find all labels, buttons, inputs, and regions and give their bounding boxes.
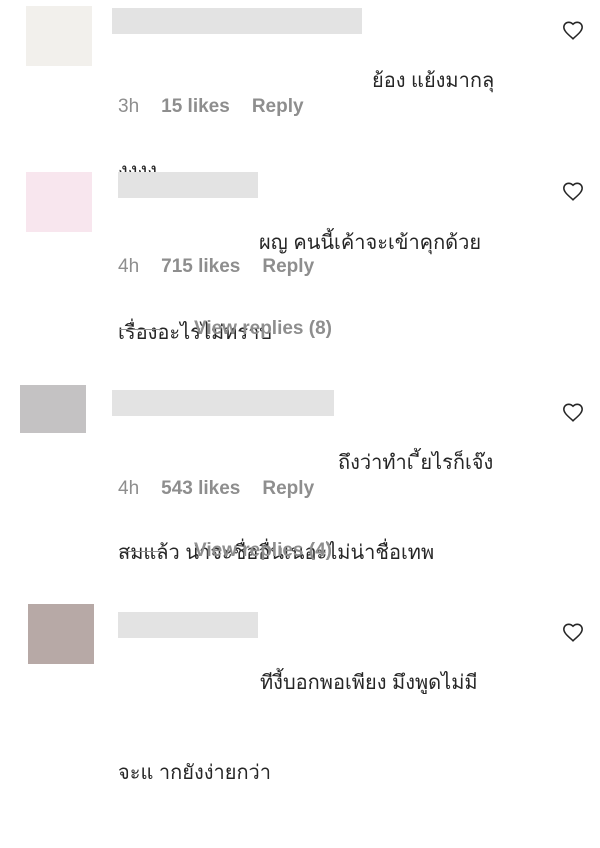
comment-text-line-2: จะแ ากยังง่ายกว่า: [118, 762, 272, 784]
view-replies-label: View replies (8): [194, 318, 332, 339]
reply-button[interactable]: Reply: [252, 96, 304, 118]
avatar[interactable]: [20, 385, 86, 433]
comment-text-line-1: ย้อง แย้งมากลุ: [372, 70, 495, 92]
comment-text: ผญ คนนี้เค้าจะเข้าคุกด้วย เรื่องอะไรไม่ท…: [118, 168, 538, 408]
view-replies-label: View replies (4): [194, 540, 332, 561]
reply-button[interactable]: Reply: [262, 478, 314, 500]
reply-button[interactable]: Reply: [262, 256, 314, 278]
timestamp: 4h: [118, 256, 140, 277]
comment-meta: 4h 543 likes Reply: [118, 478, 336, 500]
comment-text: ถึงว่าทำเ ี้ยไรก็เจ๊ง สมแล้ว น่าจะชื่ออื…: [118, 388, 538, 628]
comment-meta: 3h 15 likes Reply: [118, 96, 326, 118]
avatar[interactable]: [28, 604, 94, 664]
comment-text-line-1: ผญ คนนี้เค้าจะเข้าคุกด้วย: [259, 232, 482, 254]
heart-icon[interactable]: [562, 20, 584, 42]
comment-text-line-1: ถึงว่าทำเ ี้ยไรก็เจ๊ง: [338, 452, 494, 474]
heart-icon[interactable]: [562, 402, 584, 424]
like-count[interactable]: 543 likes: [161, 478, 240, 500]
comment-meta: 4h 715 likes Reply: [118, 256, 336, 278]
comment-text: ทีงี้บอกพอเพียง มึงพูดไม่มี จะแ ากยังง่า…: [118, 608, 538, 848]
like-count[interactable]: 715 likes: [161, 256, 240, 278]
like-count[interactable]: 15 likes: [161, 96, 230, 118]
view-replies-button[interactable]: View replies (8): [120, 317, 332, 341]
heart-icon[interactable]: [562, 181, 584, 203]
heart-icon[interactable]: [562, 622, 584, 644]
divider-line: [120, 328, 162, 330]
divider-line: [120, 550, 162, 552]
timestamp: 4h: [118, 478, 140, 499]
avatar[interactable]: [26, 6, 92, 66]
timestamp: 3h: [118, 96, 140, 117]
avatar[interactable]: [26, 172, 92, 232]
view-replies-button[interactable]: View replies (4): [120, 539, 332, 563]
